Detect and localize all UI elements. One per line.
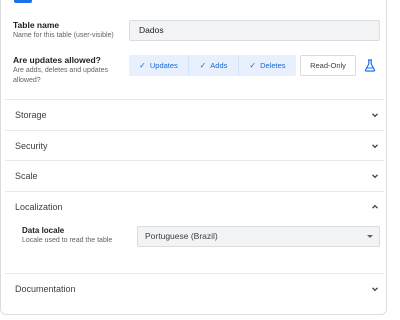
updates-toggle[interactable]: ✓ Updates <box>129 55 188 76</box>
data-locale-value: Portuguese (Brazil) <box>145 231 218 241</box>
dropdown-arrow-icon <box>367 235 373 238</box>
section-scale[interactable]: Scale <box>1 161 387 191</box>
table-settings-panel: Table name Name for this table (user-vis… <box>0 0 387 315</box>
section-storage[interactable]: Storage <box>1 100 387 130</box>
data-locale-label: Data locale <box>22 226 65 235</box>
deletes-toggle-label: Deletes <box>260 61 286 70</box>
section-documentation-title: Documentation <box>15 284 76 294</box>
active-tab-indicator <box>14 0 32 3</box>
section-localization[interactable]: Localization <box>1 192 387 222</box>
table-name-help: Name for this table (user-visible) <box>13 32 114 39</box>
data-locale-help: Locale used to read the table <box>22 237 113 244</box>
section-documentation[interactable]: Documentation <box>1 274 387 304</box>
read-only-toggle[interactable]: Read-Only <box>300 55 356 76</box>
flask-icon[interactable] <box>364 59 376 72</box>
section-security[interactable]: Security <box>1 131 387 161</box>
chevron-up-icon <box>372 204 378 209</box>
chevron-down-icon <box>372 174 378 179</box>
check-icon: ✓ <box>249 61 257 70</box>
section-localization-title: Localization <box>15 202 63 212</box>
section-security-title: Security <box>15 141 48 151</box>
chevron-down-icon <box>372 144 378 149</box>
updates-toggle-label: Updates <box>149 61 178 70</box>
chevron-down-icon <box>372 113 378 118</box>
chevron-down-icon <box>372 287 378 292</box>
updates-allowed-help: Are adds, deletes and updates allowed? <box>13 67 108 84</box>
updates-allowed-label: Are updates allowed? <box>13 55 101 65</box>
deletes-toggle[interactable]: ✓ Deletes <box>239 55 296 76</box>
check-icon: ✓ <box>139 61 146 70</box>
data-locale-select[interactable]: Portuguese (Brazil) <box>137 226 380 247</box>
adds-toggle-label: Adds <box>210 61 228 70</box>
check-icon: ✓ <box>199 61 207 70</box>
read-only-toggle-label: Read-Only <box>310 61 346 70</box>
section-storage-title: Storage <box>15 110 47 120</box>
adds-toggle[interactable]: ✓ Adds <box>189 55 238 76</box>
section-scale-title: Scale <box>15 171 38 181</box>
table-name-input[interactable]: Dados <box>129 20 380 41</box>
table-name-label: Table name <box>13 20 60 30</box>
